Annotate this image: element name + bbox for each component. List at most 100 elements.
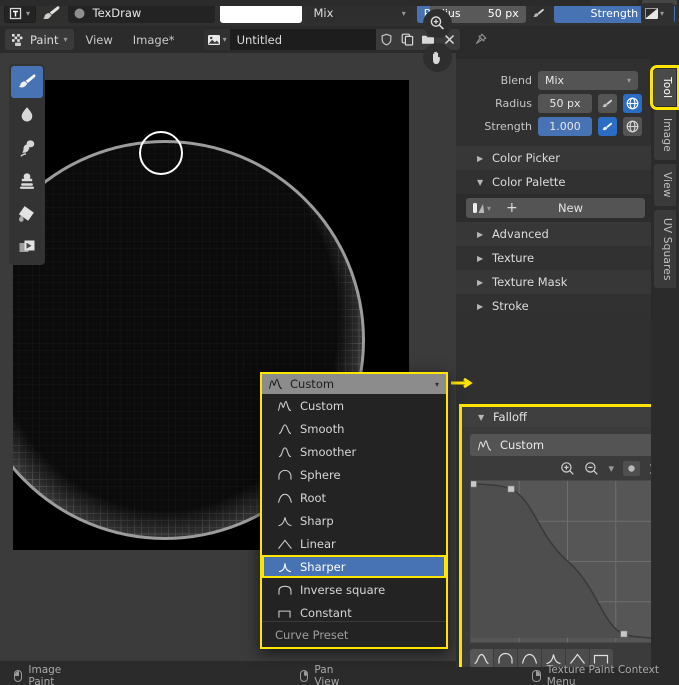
brush-color-swatch[interactable]: [219, 3, 303, 23]
chevron-down-icon: ▼: [478, 412, 485, 422]
menu-item-sphere[interactable]: Sphere: [262, 463, 446, 486]
zoom-in-icon[interactable]: [560, 461, 575, 476]
radius-row: Radius 50 px: [456, 92, 651, 115]
section-color-palette[interactable]: ▼ Color Palette: [456, 170, 651, 194]
section-label: Advanced: [492, 227, 549, 241]
section-texture[interactable]: ▶ Texture: [456, 246, 651, 270]
image-name-field[interactable]: Untitled: [229, 29, 376, 50]
tool-fill[interactable]: [11, 198, 43, 230]
curve-sphere-shape-button[interactable]: [494, 649, 517, 668]
annotation-arrow: [451, 378, 473, 388]
menu-item-inverse-square[interactable]: Inverse square: [262, 578, 446, 601]
brush-circle-cursor: [139, 131, 183, 175]
radius-unified-toggle[interactable]: [623, 94, 642, 113]
paint-mode-icon: [10, 32, 25, 47]
radius-pressure-toggle[interactable]: [530, 3, 549, 23]
chevron-right-icon: ▶: [477, 301, 484, 311]
new-copy-button[interactable]: [396, 29, 418, 50]
tab-image[interactable]: Image: [654, 110, 676, 161]
zoom-gizmo[interactable]: [423, 9, 452, 38]
clipping-options-icon[interactable]: [623, 461, 640, 476]
chevron-right-icon: ▶: [477, 153, 484, 163]
chevron-down-icon: ▾: [222, 35, 227, 44]
tool-draw[interactable]: [11, 66, 43, 98]
tool-clone[interactable]: [11, 165, 43, 197]
fake-user-toggle[interactable]: [375, 29, 397, 50]
section-label: Texture: [492, 251, 535, 265]
tab-view[interactable]: View: [654, 164, 676, 206]
brush-name-field[interactable]: TexDraw: [67, 3, 215, 23]
strength-value-field[interactable]: 1.000: [538, 117, 592, 136]
menu-current-value[interactable]: Custom ▾: [262, 374, 446, 394]
menu-item-custom[interactable]: Custom: [262, 394, 446, 417]
curve-invsquare-icon: [277, 582, 292, 597]
chevron-right-icon: ▶: [477, 229, 484, 239]
brush-datablock-icon: [72, 6, 87, 21]
tab-tool[interactable]: Tool: [650, 64, 679, 111]
zoom-out-icon[interactable]: [584, 461, 599, 476]
blend-row: Blend Mix ▾: [456, 66, 651, 92]
strength-unified-toggle[interactable]: [623, 117, 642, 136]
menu-item-sharp[interactable]: Sharp: [262, 509, 446, 532]
menu-view[interactable]: View: [76, 30, 121, 50]
falloff-panel-header[interactable]: ▼ Falloff: [462, 407, 673, 427]
tool-smear[interactable]: [11, 132, 43, 164]
status-bar: Image Paint Pan View Texture Paint Conte…: [0, 664, 679, 685]
mouse-left-icon: [14, 670, 23, 682]
section-advanced[interactable]: ▶ Advanced: [456, 222, 651, 246]
palette-browse-button[interactable]: ▾: [466, 198, 496, 218]
chevron-down-icon: ▾: [26, 8, 31, 18]
blend-select[interactable]: Mix ▾: [538, 71, 638, 90]
strength-label: Strength: [484, 120, 532, 133]
pan-gizmo[interactable]: [423, 43, 452, 72]
tool-mask[interactable]: [11, 231, 43, 263]
section-color-picker[interactable]: ▶ Color Picker: [456, 146, 651, 170]
pin-id-button[interactable]: [469, 29, 491, 50]
properties-tab-strip: Tool Image View UV Squares: [650, 59, 679, 667]
curve-tools-dropdown-icon[interactable]: ▾: [608, 462, 614, 475]
menu-item-root[interactable]: Root: [262, 486, 446, 509]
curve-smooth-shape-button[interactable]: [470, 649, 493, 668]
chevron-down-icon: ▼: [477, 177, 484, 187]
tool-soften[interactable]: [11, 99, 43, 131]
palette-new-button[interactable]: + New: [496, 198, 645, 218]
section-label: Color Palette: [492, 175, 566, 189]
tab-label: Tool: [661, 77, 673, 99]
tab-label: View: [661, 172, 673, 198]
menu-item-smooth[interactable]: Smooth: [262, 417, 446, 440]
falloff-curve-widget[interactable]: [470, 480, 665, 643]
radius-value-field[interactable]: 50 px: [538, 94, 592, 113]
brush-type-dropdown[interactable]: ▾: [4, 3, 36, 23]
menu-item-label: Sphere: [300, 467, 341, 482]
curve-constant-icon: [277, 605, 292, 620]
section-label: Color Picker: [492, 151, 560, 165]
menu-item-smoother[interactable]: Smoother: [262, 440, 446, 463]
window-top-edge: [0, 0, 679, 6]
tab-label: Image: [661, 118, 673, 153]
display-channels-dropdown[interactable]: ▾: [641, 3, 674, 24]
menu-item-sharper[interactable]: Sharper: [262, 555, 446, 578]
blend-value: Mix: [545, 74, 565, 87]
section-texture-mask[interactable]: ▶ Texture Mask: [456, 270, 651, 294]
menu-item-label: Smoother: [300, 444, 357, 459]
mouse-right-icon: [532, 670, 541, 682]
falloff-preset-dropdown[interactable]: Custom ▾: [470, 434, 665, 456]
menu-item-label: Sharp: [300, 513, 334, 528]
mouse-middle-icon: [300, 670, 309, 682]
chevron-down-icon: ▾: [487, 203, 492, 213]
curve-custom-icon: [477, 438, 492, 453]
blend-mode-select-header[interactable]: Mix ▾: [307, 3, 412, 23]
tab-uv-squares[interactable]: UV Squares: [654, 209, 676, 289]
menu-image[interactable]: Image*: [124, 30, 184, 50]
chevron-down-icon: ▾: [660, 9, 665, 18]
radius-pressure-toggle[interactable]: [598, 94, 617, 113]
display-channels-icon: [644, 6, 659, 21]
menu-header-label: Custom: [290, 377, 335, 391]
strength-pressure-toggle[interactable]: [598, 117, 617, 136]
curve-sharp-icon: [277, 513, 292, 528]
image-datablock-browse[interactable]: ▾: [203, 29, 230, 50]
menu-item-linear[interactable]: Linear: [262, 532, 446, 555]
section-stroke[interactable]: ▶ Stroke: [456, 294, 651, 318]
editor-mode-dropdown[interactable]: Paint ▾: [5, 29, 75, 50]
palette-new-label: New: [557, 201, 584, 215]
